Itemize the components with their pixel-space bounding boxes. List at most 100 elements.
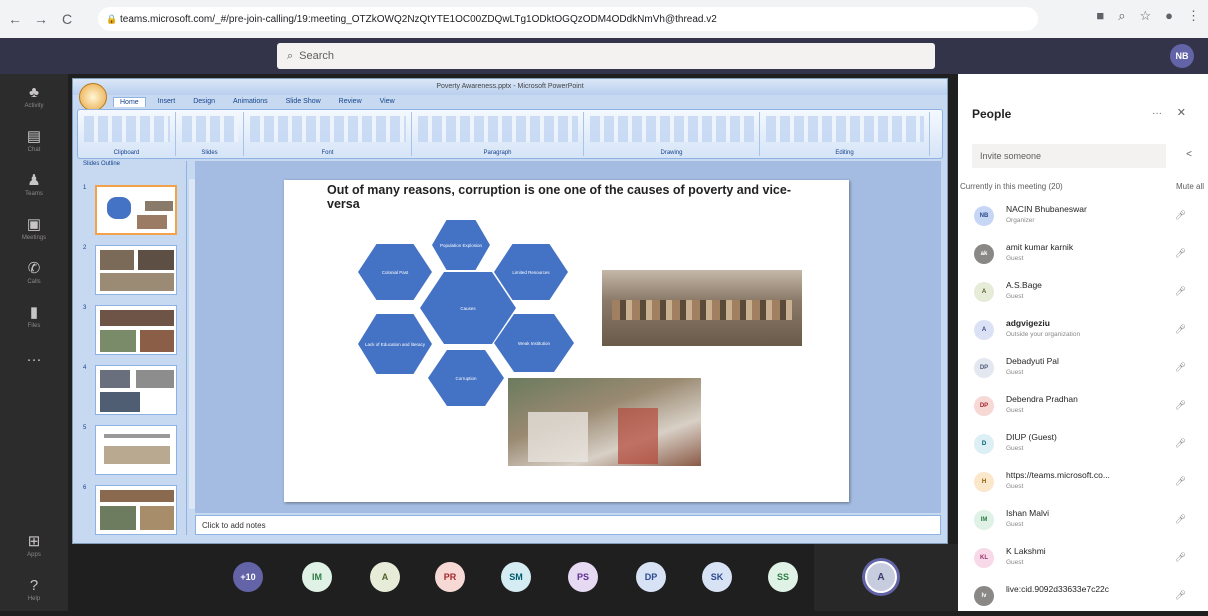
hexagon: Limited Resources <box>494 244 568 300</box>
participant-avatar[interactable]: +10 <box>233 562 263 592</box>
participant-avatar[interactable]: PR <box>435 562 465 592</box>
slide-thumbnails: Slides Outline 1 2 3 4 5 6 <box>77 161 187 541</box>
slide-thumbnail[interactable] <box>95 305 177 355</box>
participant-avatar[interactable]: SS <box>768 562 798 592</box>
ribbon: Clipboard Slides Font Paragraph Drawing Editi… <box>77 109 943 159</box>
hexagon: Population Explosion <box>432 220 490 270</box>
participant-name: K Lakshmi <box>1006 546 1046 556</box>
close-icon[interactable]: ✕ <box>1177 106 1186 119</box>
list-item[interactable]: A adgvigeziu Outside your organization 🎤… <box>958 312 1208 350</box>
participant-avatar[interactable]: SK <box>702 562 732 592</box>
list-item[interactable]: A A.S.Bage Guest 🎤︎ <box>958 274 1208 312</box>
participant-avatar[interactable]: IM <box>302 562 332 592</box>
mic-off-icon: 🎤︎ <box>1174 286 1186 296</box>
ribbon-tab[interactable]: Slide Show <box>280 97 327 107</box>
list-item[interactable]: KL K Lakshmi Guest 🎤︎ <box>958 540 1208 578</box>
ribbon-tab[interactable]: Review <box>333 97 368 107</box>
ribbon-group: Drawing <box>584 112 760 156</box>
participant-role: Outside your organization <box>1006 331 1081 338</box>
rail-label: Calls <box>27 279 41 285</box>
list-item[interactable]: DP Debendra Pradhan Guest 🎤︎ <box>958 388 1208 426</box>
mute-all-button[interactable]: Mute all <box>1176 182 1204 191</box>
participant-role: Guest <box>1006 369 1024 376</box>
participant-avatar[interactable]: A <box>370 562 400 592</box>
profile-icon[interactable]: ● <box>1165 8 1173 24</box>
url-text: teams.microsoft.com/_#/pre-join-calling/… <box>120 13 717 25</box>
invite-input[interactable]: Invite someone <box>972 144 1166 168</box>
list-item[interactable]: NB NACIN Bhubaneswar Organizer 🎤︎ <box>958 198 1208 236</box>
rail-item[interactable]: ▤ Chat <box>0 118 68 162</box>
avatar: IM <box>974 510 994 530</box>
mic-off-icon: 🎤︎ <box>1174 590 1186 600</box>
menu-icon[interactable]: ⋮ <box>1187 8 1200 24</box>
participant-avatar[interactable]: PS <box>568 562 598 592</box>
share-icon[interactable]: < <box>1186 149 1192 160</box>
rail-item[interactable]: ✆ Calls <box>0 250 68 294</box>
participant-name: live:cid.9092d33633e7c22c <box>1006 584 1110 594</box>
avatar[interactable]: NB <box>1170 44 1194 68</box>
rail-item[interactable]: ♟ Teams <box>0 162 68 206</box>
rail-item[interactable]: ··· <box>0 338 68 382</box>
star-icon[interactable]: ☆ <box>1139 8 1151 24</box>
participant-name: Debendra Pradhan <box>1006 394 1078 404</box>
slide-thumbnail[interactable] <box>95 425 177 475</box>
rail-label: Activity <box>24 102 44 109</box>
ribbon-group-label: Clipboard <box>113 150 140 156</box>
back-arrow-icon[interactable]: ← <box>4 8 26 30</box>
list-item[interactable]: IM Ishan Malvi Guest 🎤︎ <box>958 502 1208 540</box>
rail-item[interactable]: ? Help <box>0 567 68 611</box>
ribbon-group-label: Font <box>321 150 334 156</box>
slide-thumbnail[interactable] <box>95 185 177 235</box>
list-item[interactable]: ak amit kumar karnik Guest 🎤︎ <box>958 236 1208 274</box>
chat-icon: ▤ <box>26 128 42 145</box>
rail-item[interactable]: ▣ Meetings <box>0 206 68 250</box>
panel-title: People <box>972 107 1012 121</box>
extension-icon[interactable]: ■ <box>1096 8 1104 24</box>
thumb-tabs[interactable]: Slides Outline <box>77 161 186 173</box>
rail-item[interactable]: ⊞ Apps <box>0 523 68 567</box>
slide-thumbnail[interactable] <box>95 365 177 415</box>
forward-arrow-icon[interactable]: → <box>30 8 52 30</box>
slide-title: Out of many reasons, corruption is one o… <box>327 183 791 211</box>
teams-icon: ♟ <box>27 172 41 189</box>
more-options-icon[interactable]: ··· <box>1152 108 1162 119</box>
rail-item[interactable]: ♣ Activity <box>0 74 68 118</box>
rail-item[interactable]: ▮ Files <box>0 294 68 338</box>
ribbon-tab[interactable]: Design <box>187 97 221 107</box>
zoom-icon[interactable]: ⌕ <box>1118 8 1125 24</box>
search-input[interactable]: ⌕ Search <box>277 43 935 69</box>
rail-label: Apps <box>27 552 41 558</box>
mic-off-icon: 🎤︎ <box>1174 210 1186 220</box>
ribbon-tab[interactable]: View <box>374 97 401 107</box>
list-item[interactable]: H https://teams.microsoft.co... Guest 🎤︎ <box>958 464 1208 502</box>
ribbon-group: Editing <box>760 112 930 156</box>
avatar: DP <box>974 358 994 378</box>
bell-icon: ♣ <box>29 83 39 101</box>
slide-thumbnail[interactable] <box>95 245 177 295</box>
browser-toolbar: ← → C 🔒 teams.microsoft.com/_#/pre-join-… <box>0 0 1208 38</box>
mic-off-icon: 🎤︎ <box>1174 514 1186 524</box>
ribbon-tab[interactable]: Animations <box>227 97 274 107</box>
list-item[interactable]: DP Debadyuti Pal Guest 🎤︎ <box>958 350 1208 388</box>
notes-field[interactable]: Click to add notes <box>195 515 941 535</box>
participant-name: https://teams.microsoft.co... <box>1006 470 1110 480</box>
avatar: D <box>974 434 994 454</box>
avatar: ak <box>974 244 994 264</box>
self-avatar[interactable]: A <box>865 561 897 593</box>
office-button-icon[interactable] <box>79 83 107 111</box>
participant-role: Guest <box>1006 255 1024 262</box>
ribbon-tab[interactable]: Insert <box>152 97 182 107</box>
participant-name: Ishan Malvi <box>1006 508 1049 518</box>
participant-avatar[interactable]: SM <box>501 562 531 592</box>
list-item[interactable]: D DIUP (Guest) Guest 🎤︎ <box>958 426 1208 464</box>
list-item[interactable]: lv live:cid.9092d33633e7c22c 🎤︎ <box>958 578 1208 616</box>
ribbon-tab[interactable]: Home <box>113 97 146 107</box>
current-participants-label[interactable]: Currently in this meeting (20) <box>960 182 1063 191</box>
reload-icon[interactable]: C <box>56 8 78 30</box>
slide-thumbnail[interactable] <box>95 485 177 535</box>
app-rail: ♣ Activity ▤ Chat ♟ Teams ▣ Meetings ✆ Calls ▮ File… <box>0 74 68 611</box>
participant-role: Guest <box>1006 445 1024 452</box>
mic-off-icon: 🎤︎ <box>1174 362 1186 372</box>
address-bar[interactable]: 🔒 teams.microsoft.com/_#/pre-join-callin… <box>98 7 1038 31</box>
participant-avatar[interactable]: DP <box>636 562 666 592</box>
